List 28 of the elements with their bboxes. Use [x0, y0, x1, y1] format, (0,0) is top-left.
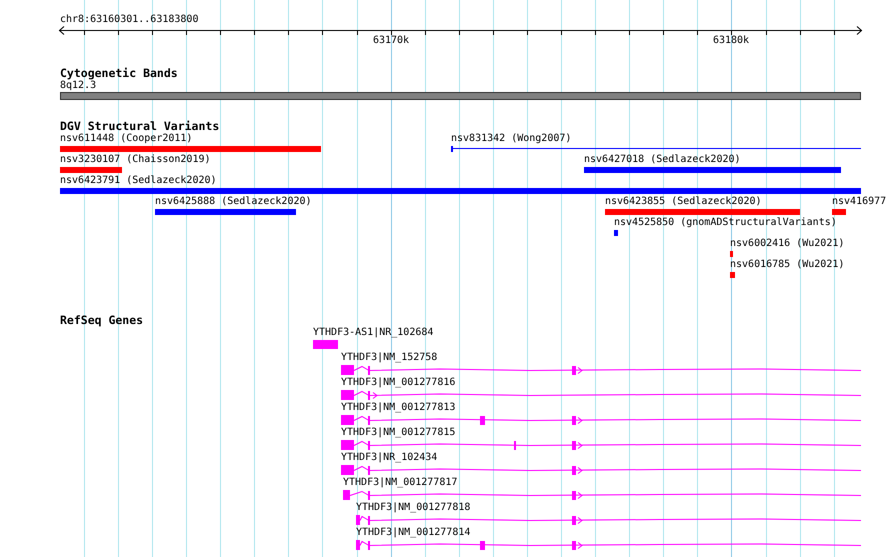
variant-label: nsv6423855 (Sedlazeck2020)	[605, 196, 762, 208]
transcript-label: YTHDF3|NM_001277814	[356, 527, 470, 539]
variant-label: nsv611448 (Cooper2011)	[60, 133, 192, 145]
gene-label: YTHDF3-AS1|NR_102684	[313, 327, 434, 339]
tick-label: 63180k	[712, 35, 750, 47]
variant-label: nsv3230107 (Chaisson2019)	[60, 154, 211, 166]
variant-label: nsv831342 (Wong2007)	[451, 133, 572, 145]
variant-label: nsv6016785 (Wu2021)	[730, 259, 844, 271]
transcript-label: YTHDF3|NM_001277818	[356, 502, 470, 514]
variant-label: nsv6423791 (Sedlazeck2020)	[60, 175, 217, 187]
band-label: 8q12.3	[60, 80, 96, 92]
tick-label: 63170k	[372, 35, 410, 47]
transcript-label: YTHDF3|NM_001277815	[341, 427, 456, 439]
variant-label: nsv4525850 (gnomADStructuralVariants)	[614, 217, 837, 229]
transcript-label: YTHDF3|NM_001277813	[341, 402, 456, 414]
variant-label: nsv6425888 (Sedlazeck2020)	[155, 196, 312, 208]
track-title: RefSeq Genes	[60, 314, 144, 327]
variant-label: nsv6427018 (Sedlazeck2020)	[584, 154, 741, 166]
coordinate-range: chr8:63160301..63183800	[60, 14, 198, 26]
transcript-label: YTHDF3|NM_152758	[341, 352, 438, 364]
track-title: Cytogenetic Bands	[60, 67, 178, 80]
transcript-label: YTHDF3|NR_102434	[341, 452, 438, 464]
transcript-label: YTHDF3|NM_001277816	[341, 377, 456, 389]
variant-label: nsv6002416 (Wu2021)	[730, 238, 844, 250]
gene-block	[313, 340, 338, 349]
variant-label: nsv416977	[832, 196, 886, 208]
track-title: DGV Structural Variants	[60, 120, 220, 133]
transcript-label: YTHDF3|NM_001277817	[343, 477, 458, 489]
